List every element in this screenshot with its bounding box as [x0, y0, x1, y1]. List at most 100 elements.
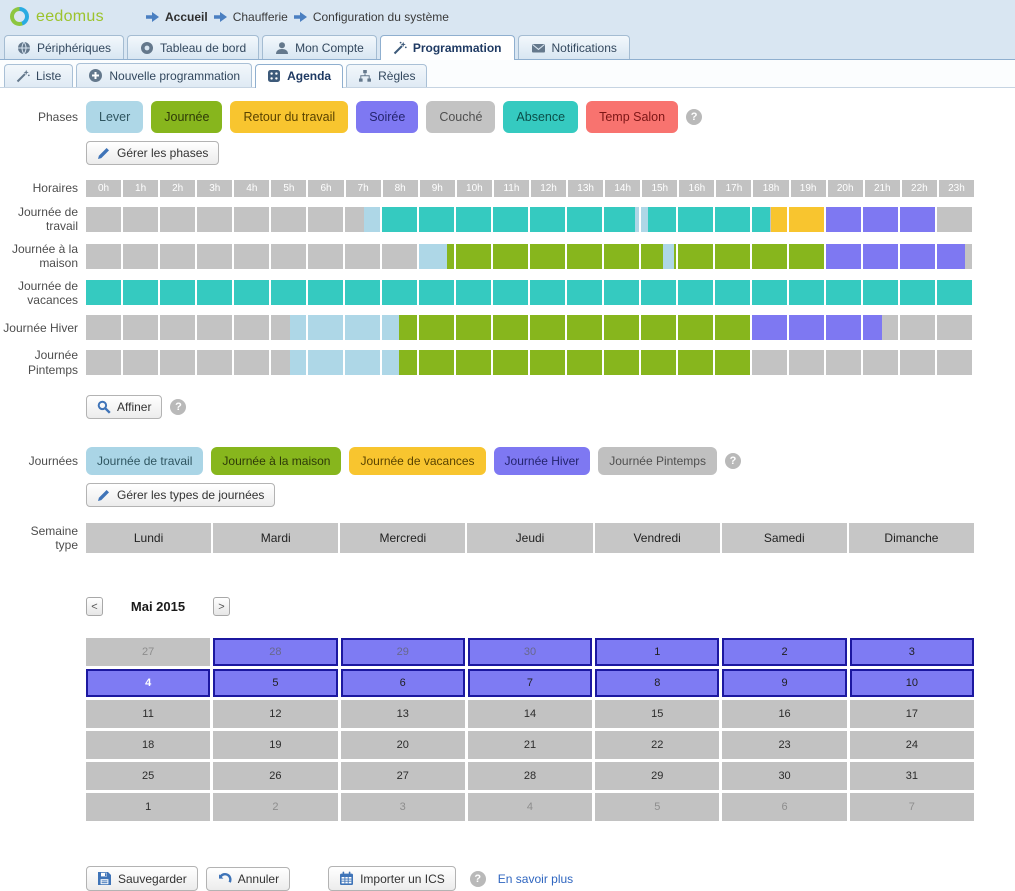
weekday-cell[interactable]: Vendredi [595, 523, 720, 553]
calendar-prev-button[interactable]: < [86, 597, 103, 616]
phase-segment[interactable] [86, 280, 974, 305]
schedule-row-bar[interactable] [86, 315, 974, 340]
calendar-day[interactable]: 20 [341, 731, 465, 759]
calendar-day[interactable]: 27 [341, 762, 465, 790]
phase-segment[interactable] [382, 207, 635, 232]
calendar-day[interactable]: 4 [86, 669, 210, 697]
schedule-row-bar[interactable] [86, 207, 974, 232]
weekday-cell[interactable]: Mercredi [340, 523, 465, 553]
calendar-day[interactable]: 13 [341, 700, 465, 728]
tab-tableau-de-bord[interactable]: Tableau de bord [127, 35, 259, 59]
weekday-cell[interactable]: Jeudi [467, 523, 592, 553]
breadcrumb-item-accueil[interactable]: Accueil [165, 10, 208, 24]
phase-button[interactable]: Soirée [356, 101, 418, 133]
schedule-row-bar[interactable] [86, 280, 974, 305]
tab-notifications[interactable]: Notifications [518, 35, 630, 59]
calendar-day[interactable]: 29 [595, 762, 719, 790]
calendar-day[interactable]: 12 [213, 700, 337, 728]
calendar-day[interactable]: 3 [341, 793, 465, 821]
phase-segment[interactable] [826, 244, 965, 269]
calendar-day[interactable]: 5 [595, 793, 719, 821]
phase-button[interactable]: Journée [151, 101, 222, 133]
calendar-day[interactable]: 23 [722, 731, 846, 759]
phase-button[interactable]: Absence [503, 101, 578, 133]
phase-segment[interactable] [663, 244, 674, 269]
phase-segment[interactable] [419, 244, 447, 269]
weekday-cell[interactable]: Dimanche [849, 523, 974, 553]
calendar-day[interactable]: 8 [595, 669, 719, 697]
calendar-day[interactable]: 28 [213, 638, 337, 666]
tab-mon-compte[interactable]: Mon Compte [262, 35, 377, 59]
calendar-day[interactable]: 6 [341, 669, 465, 697]
phase-segment[interactable] [86, 207, 364, 232]
eedomus-logo[interactable]: eedomus [10, 7, 128, 26]
calendar-day[interactable]: 16 [722, 700, 846, 728]
phase-segment[interactable] [937, 207, 974, 232]
manage-phases-button[interactable]: Gérer les phases [86, 141, 219, 165]
affiner-button[interactable]: Affiner [86, 395, 162, 419]
phase-button[interactable]: Retour du travail [230, 101, 348, 133]
calendar-day[interactable]: 7 [468, 669, 592, 697]
save-button[interactable]: Sauvegarder [86, 866, 198, 891]
tab-peripheriques[interactable]: Périphériques [4, 35, 124, 59]
phase-segment[interactable] [364, 207, 382, 232]
calendar-day[interactable]: 27 [86, 638, 210, 666]
calendar-day[interactable]: 3 [850, 638, 974, 666]
calendar-day[interactable]: 25 [86, 762, 210, 790]
daytype-button[interactable]: Journée de travail [86, 447, 203, 475]
phase-segment[interactable] [290, 350, 399, 375]
phase-segment[interactable] [752, 315, 882, 340]
subtab-agenda[interactable]: Agenda [255, 64, 343, 88]
phase-segment[interactable] [826, 207, 937, 232]
weekday-cell[interactable]: Mardi [213, 523, 338, 553]
calendar-day[interactable]: 9 [722, 669, 846, 697]
phase-button[interactable]: Lever [86, 101, 143, 133]
phase-segment[interactable] [399, 350, 752, 375]
tab-programmation[interactable]: Programmation [380, 35, 515, 60]
calendar-day[interactable]: 29 [341, 638, 465, 666]
daytype-button[interactable]: Journée à la maison [211, 447, 341, 475]
import-ics-button[interactable]: Importer un ICS [328, 866, 456, 891]
breadcrumb-item-configuration[interactable]: Configuration du système [313, 10, 449, 24]
daytype-button[interactable]: Journée Pintemps [598, 447, 717, 475]
schedule-row-bar[interactable] [86, 244, 974, 269]
calendar-day[interactable]: 31 [850, 762, 974, 790]
subtab-liste[interactable]: Liste [4, 64, 73, 87]
daytype-button[interactable]: Journée de vacances [349, 447, 485, 475]
breadcrumb-item-chaufferie[interactable]: Chaufferie [233, 10, 288, 24]
calendar-day[interactable]: 30 [722, 762, 846, 790]
manage-daytypes-button[interactable]: Gérer les types de journées [86, 483, 275, 507]
subtab-nouvelle-programmation[interactable]: Nouvelle programmation [76, 63, 252, 87]
help-icon[interactable] [170, 399, 186, 415]
calendar-day[interactable]: 10 [850, 669, 974, 697]
calendar-day[interactable]: 26 [213, 762, 337, 790]
cancel-button[interactable]: Annuler [206, 867, 290, 891]
phase-segment[interactable] [86, 350, 290, 375]
phase-segment[interactable] [290, 315, 399, 340]
calendar-day[interactable]: 24 [850, 731, 974, 759]
calendar-day[interactable]: 11 [86, 700, 210, 728]
calendar-day[interactable]: 21 [468, 731, 592, 759]
phase-segment[interactable] [399, 315, 752, 340]
phase-segment[interactable] [771, 207, 827, 232]
daytype-button[interactable]: Journée Hiver [494, 447, 591, 475]
calendar-next-button[interactable]: > [213, 597, 230, 616]
calendar-day[interactable]: 4 [468, 793, 592, 821]
calendar-day[interactable]: 28 [468, 762, 592, 790]
phase-button[interactable]: Temp Salon [586, 101, 678, 133]
calendar-day[interactable]: 19 [213, 731, 337, 759]
weekday-cell[interactable]: Lundi [86, 523, 211, 553]
calendar-day[interactable]: 2 [722, 638, 846, 666]
phase-segment[interactable] [674, 244, 826, 269]
calendar-day[interactable]: 30 [468, 638, 592, 666]
calendar-day[interactable]: 1 [595, 638, 719, 666]
schedule-row-bar[interactable] [86, 350, 974, 375]
phase-segment[interactable] [86, 315, 290, 340]
phase-segment[interactable] [752, 350, 974, 375]
calendar-day[interactable]: 2 [213, 793, 337, 821]
calendar-day[interactable]: 22 [595, 731, 719, 759]
phase-button[interactable]: Couché [426, 101, 495, 133]
calendar-day[interactable]: 15 [595, 700, 719, 728]
help-icon[interactable] [686, 109, 702, 125]
help-icon[interactable] [470, 871, 486, 887]
